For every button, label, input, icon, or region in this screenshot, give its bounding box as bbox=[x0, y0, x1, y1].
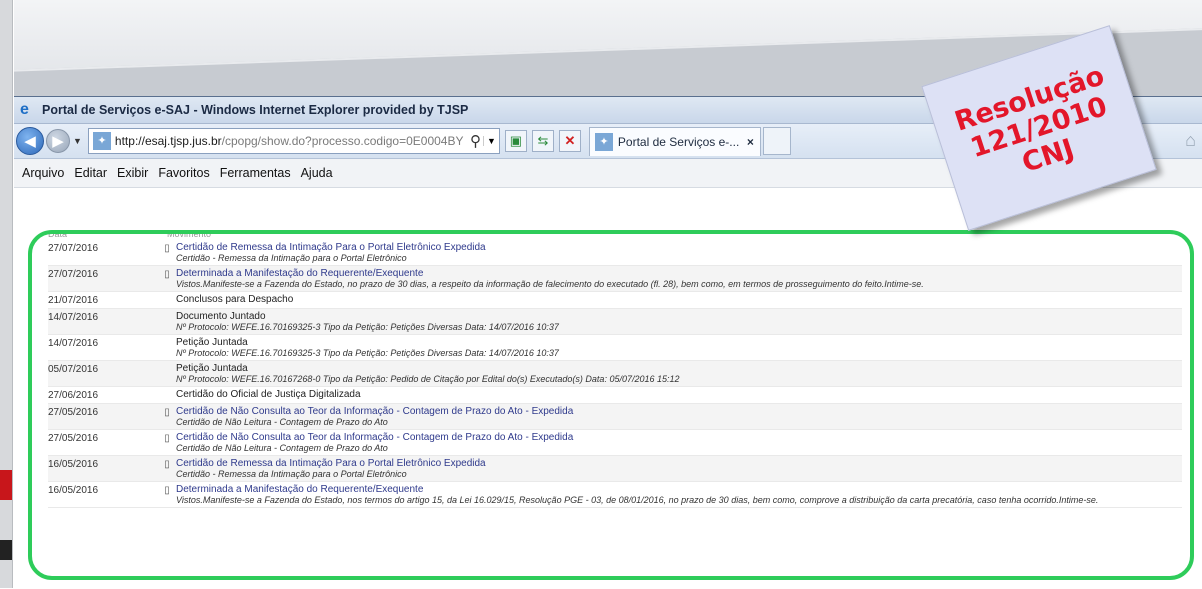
document-icon[interactable]: ▯ bbox=[160, 484, 174, 505]
row-date: 27/05/2016 bbox=[48, 407, 99, 418]
row-body: Conclusos para Despacho bbox=[174, 294, 1182, 306]
movement-title: Conclusos para Despacho bbox=[176, 294, 294, 305]
row-body: Certidão do Oficial de Justiça Digitaliz… bbox=[174, 389, 1182, 401]
window-title: Portal de Serviços e-SAJ - Windows Inter… bbox=[42, 103, 469, 117]
menu-exibir[interactable]: Exibir bbox=[117, 166, 148, 180]
row-body: Certidão de Não Consulta ao Teor da Info… bbox=[174, 432, 1182, 453]
movement-description: Certidão - Remessa da Intimação para o P… bbox=[176, 469, 407, 479]
tab-label: Portal de Serviços e-... bbox=[617, 134, 740, 149]
movement-description: Certidão de Não Leitura - Contagem de Pr… bbox=[176, 417, 388, 427]
back-button[interactable]: ◀ bbox=[16, 127, 44, 155]
movement-description: Vistos.Manifeste-se a Fazenda do Estado,… bbox=[176, 279, 924, 289]
url-path: /cpopg/show.do?processo.codigo=0E0004BY bbox=[221, 134, 464, 148]
row-date: 21/07/2016 bbox=[48, 295, 99, 306]
tab-favicon-icon: ✦ bbox=[594, 132, 613, 151]
refresh-button[interactable]: ⇆ bbox=[531, 130, 554, 152]
row-date: 14/07/2016 bbox=[48, 312, 99, 323]
ie-logo-icon: e bbox=[20, 101, 29, 118]
address-url[interactable]: http://esaj.tjsp.jus.br/cpopg/show.do?pr… bbox=[115, 134, 468, 148]
forward-button[interactable]: ▶ bbox=[46, 129, 70, 153]
movement-title: Certidão do Oficial de Justiça Digitaliz… bbox=[176, 389, 361, 400]
document-icon[interactable]: ▯ bbox=[160, 242, 174, 263]
menu-ajuda[interactable]: Ajuda bbox=[301, 166, 333, 180]
menu-ferramentas[interactable]: Ferramentas bbox=[220, 166, 291, 180]
table-row: 14/07/2016 Documento Juntado Nº Protocolo:… bbox=[48, 309, 1182, 335]
movement-description: Certidão de Não Leitura - Contagem de Pr… bbox=[176, 443, 388, 453]
table-row: 27/07/2016 ▯ Certidão de Remessa da Intima… bbox=[48, 240, 1182, 266]
movement-description: Nº Protocolo: WEFE.16.70167268-0 Tipo da… bbox=[176, 374, 680, 384]
table-row: 27/07/2016 ▯ Determinada a Manifestação do… bbox=[48, 266, 1182, 292]
history-dropdown-icon[interactable]: ▼ bbox=[73, 136, 82, 146]
stop-button[interactable]: ✕ bbox=[558, 130, 581, 152]
menu-arquivo[interactable]: Arquivo bbox=[22, 166, 64, 180]
row-date: 16/05/2016 bbox=[48, 459, 99, 470]
table-row: 14/07/2016 Petição Juntada Nº Protocolo: W… bbox=[48, 335, 1182, 361]
row-date: 14/07/2016 bbox=[48, 338, 99, 349]
table-row: 27/06/2016 Certidão do Oficial de Justiça… bbox=[48, 387, 1182, 404]
menu-editar[interactable]: Editar bbox=[74, 166, 107, 180]
row-body: Determinada a Manifestação do Requerente… bbox=[174, 268, 1182, 289]
document-icon[interactable]: ▯ bbox=[160, 268, 174, 289]
movement-link[interactable]: Determinada a Manifestação do Requerente… bbox=[176, 268, 1182, 279]
movement-description: Vistos.Manifeste-se a Fazenda do Estado,… bbox=[176, 495, 1099, 505]
address-bar[interactable]: ✦ http://esaj.tjsp.jus.br/cpopg/show.do?… bbox=[87, 128, 500, 154]
menu-favoritos[interactable]: Favoritos bbox=[158, 166, 209, 180]
document-icon[interactable]: ▯ bbox=[160, 432, 174, 453]
left-red-marker bbox=[0, 470, 12, 500]
movement-description: Certidão - Remessa da Intimação para o P… bbox=[176, 253, 407, 263]
table-row: 21/07/2016 Conclusos para Despacho bbox=[48, 292, 1182, 309]
movement-link[interactable]: Certidão de Remessa da Intimação Para o … bbox=[176, 242, 1182, 253]
row-date: 27/06/2016 bbox=[48, 390, 99, 401]
row-body: Certidão de Não Consulta ao Teor da Info… bbox=[174, 406, 1182, 427]
row-body: Petição Juntada Nº Protocolo: WEFE.16.701… bbox=[174, 363, 1182, 384]
movement-table: 27/07/2016 ▯ Certidão de Remessa da Intima… bbox=[48, 240, 1182, 508]
home-icon[interactable]: ⌂ bbox=[1185, 130, 1196, 151]
address-dropdown-icon[interactable]: ▼ bbox=[483, 136, 499, 146]
header-date: Data bbox=[48, 229, 68, 239]
row-date: 27/07/2016 bbox=[48, 243, 99, 254]
row-body: Documento Juntado Nº Protocolo: WEFE.16.7… bbox=[174, 311, 1182, 332]
header-movement: Movimento bbox=[167, 229, 212, 239]
movement-title: Petição Juntada bbox=[176, 337, 248, 348]
table-row: 16/05/2016 ▯ Determinada a Manifestação do… bbox=[48, 482, 1182, 508]
document-icon[interactable]: ▯ bbox=[160, 458, 174, 479]
table-row: 27/05/2016 ▯ Certidão de Não Consulta ao T… bbox=[48, 404, 1182, 430]
row-body: Determinada a Manifestação do Requerente… bbox=[174, 484, 1182, 505]
search-icon[interactable]: ⚲ bbox=[470, 132, 481, 150]
movement-link[interactable]: Certidão de Remessa da Intimação Para o … bbox=[176, 458, 1182, 469]
row-body: Certidão de Remessa da Intimação Para o … bbox=[174, 242, 1182, 263]
row-date: 16/05/2016 bbox=[48, 485, 99, 496]
table-header: Data Movimento bbox=[48, 229, 211, 239]
compatibility-view-button[interactable]: ▣ bbox=[504, 130, 527, 152]
table-row: 16/05/2016 ▯ Certidão de Remessa da Intima… bbox=[48, 456, 1182, 482]
tab-portal-servicos[interactable]: ✦ Portal de Serviços e-... × bbox=[588, 126, 761, 156]
url-host: http://esaj.tjsp.jus.br bbox=[114, 134, 222, 148]
tab-close-icon[interactable]: × bbox=[747, 135, 754, 149]
movement-description: Nº Protocolo: WEFE.16.70169325-3 Tipo da… bbox=[176, 348, 559, 358]
movement-link[interactable]: Certidão de Não Consulta ao Teor da Info… bbox=[176, 432, 1182, 443]
table-row: 05/07/2016 Petição Juntada Nº Protocolo: W… bbox=[48, 361, 1182, 387]
left-dark-marker bbox=[0, 540, 12, 560]
movement-description: Nº Protocolo: WEFE.16.70169325-3 Tipo da… bbox=[176, 322, 559, 332]
movement-title: Petição Juntada bbox=[176, 363, 248, 374]
row-date: 05/07/2016 bbox=[48, 364, 99, 375]
movement-title: Documento Juntado bbox=[176, 311, 266, 322]
row-body: Certidão de Remessa da Intimação Para o … bbox=[174, 458, 1182, 479]
new-tab-button[interactable] bbox=[762, 127, 791, 155]
table-row: 27/05/2016 ▯ Certidão de Não Consulta ao T… bbox=[48, 430, 1182, 456]
movement-link[interactable]: Certidão de Não Consulta ao Teor da Info… bbox=[176, 406, 1182, 417]
row-date: 27/07/2016 bbox=[48, 269, 99, 280]
row-date: 27/05/2016 bbox=[48, 433, 99, 444]
site-favicon-icon: ✦ bbox=[92, 132, 111, 150]
document-icon[interactable]: ▯ bbox=[160, 406, 174, 427]
movement-link[interactable]: Determinada a Manifestação do Requerente… bbox=[176, 484, 1182, 495]
row-body: Petição Juntada Nº Protocolo: WEFE.16.701… bbox=[174, 337, 1182, 358]
